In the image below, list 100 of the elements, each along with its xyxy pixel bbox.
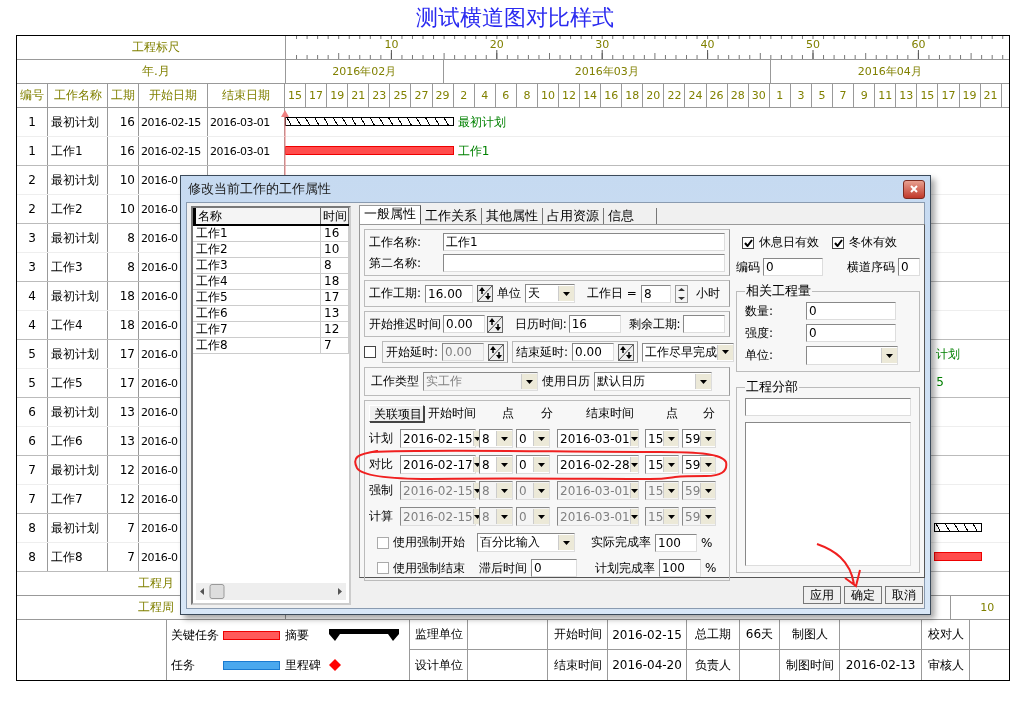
- input-mode-dropdown[interactable]: 百分比输入: [477, 533, 575, 552]
- caret-icon[interactable]: [538, 462, 545, 467]
- minute-dropdown[interactable]: 59: [682, 455, 716, 474]
- caret-icon[interactable]: [700, 379, 707, 384]
- horizontal-scrollbar[interactable]: [196, 583, 346, 600]
- spin-icon[interactable]: [487, 315, 503, 333]
- minute-dropdown[interactable]: 0: [516, 429, 550, 448]
- column-header: 开始日期: [139, 84, 208, 107]
- number-cell: 2: [17, 195, 48, 223]
- list-name-cell[interactable]: 工作4: [193, 274, 321, 289]
- info-label: 审核人: [922, 650, 970, 680]
- caret-icon[interactable]: [630, 462, 638, 467]
- spin-icon[interactable]: [477, 285, 494, 302]
- work-name-field[interactable]: 工作1: [443, 233, 725, 251]
- dialog-button[interactable]: 取消: [885, 586, 923, 604]
- tab[interactable]: 一般属性: [359, 205, 421, 224]
- dialog-button[interactable]: 确定: [844, 586, 882, 604]
- hour-dropdown[interactable]: 15: [645, 455, 679, 474]
- code-field[interactable]: 0: [763, 258, 823, 276]
- checkbox[interactable]: [364, 346, 376, 358]
- name-cell: 最初计划: [48, 340, 108, 368]
- list-name-cell[interactable]: 工作1: [193, 226, 321, 241]
- caret-icon[interactable]: [704, 462, 712, 467]
- checkbox[interactable]: [832, 236, 844, 249]
- name-cell: 工作3: [48, 253, 108, 281]
- end-delay-field[interactable]: 0.00: [572, 343, 615, 361]
- duration-cell: 10: [108, 166, 139, 194]
- list-name-cell[interactable]: 工作2: [193, 242, 321, 257]
- caret-icon[interactable]: [630, 436, 638, 441]
- minute-dropdown[interactable]: 0: [516, 455, 550, 474]
- list-name-cell[interactable]: 工作5: [193, 290, 321, 305]
- caret-icon[interactable]: [501, 462, 508, 467]
- plan-rate-field[interactable]: 100: [659, 559, 701, 577]
- hour-dropdown[interactable]: 8: [479, 429, 513, 448]
- caret-icon[interactable]: [473, 462, 481, 467]
- spinner-icon[interactable]: [674, 284, 688, 303]
- list-name-cell[interactable]: 工作8: [193, 338, 321, 353]
- day-label: 21: [348, 84, 370, 107]
- hour-dropdown[interactable]: 15: [645, 429, 679, 448]
- caret-icon[interactable]: [667, 462, 675, 467]
- checkbox[interactable]: [377, 562, 389, 574]
- second-name-field[interactable]: [443, 254, 725, 272]
- caret-icon[interactable]: [722, 350, 730, 354]
- column-header: 编号: [17, 84, 48, 107]
- list-name-cell[interactable]: 工作6: [193, 306, 321, 321]
- quantity-field[interactable]: 0: [806, 302, 896, 320]
- list-name-cell[interactable]: 工作3: [193, 258, 321, 273]
- linked-project-button[interactable]: 关联项目: [369, 404, 424, 422]
- start-delay-time-field[interactable]: 0.00: [443, 315, 486, 333]
- bar-label: 计划: [936, 346, 961, 363]
- lane-order-field[interactable]: 0: [898, 258, 920, 276]
- info-label: 结束时间: [548, 650, 608, 680]
- spin-icon[interactable]: [488, 343, 505, 361]
- caret-icon[interactable]: [563, 291, 571, 296]
- field-label: 开始延时:: [386, 343, 439, 361]
- caret-icon[interactable]: [473, 436, 481, 441]
- work-list[interactable]: 名称 时间 工作1 16 工作2 10 工作3 8 工作4 18 工作5 17 工作6 13 工作7 12 工作8 7: [191, 206, 351, 605]
- checkbox-label: 使用强制结束: [393, 559, 465, 577]
- date-dropdown[interactable]: 2016-02-15: [400, 429, 476, 448]
- column-header: 点: [500, 404, 515, 422]
- date-dropdown[interactable]: 2016-02-17: [400, 455, 476, 474]
- caret-icon[interactable]: [563, 540, 570, 545]
- dialog-button[interactable]: 应用: [803, 586, 841, 604]
- close-button[interactable]: [903, 179, 925, 199]
- remaining-field[interactable]: [682, 315, 725, 333]
- number-cell: 3: [17, 253, 48, 281]
- unit-dropdown[interactable]: 天: [525, 284, 576, 303]
- ruler-tick-label: 20: [489, 38, 504, 51]
- actual-rate-field[interactable]: 100: [655, 533, 697, 552]
- quantity-field[interactable]: 0: [806, 324, 896, 342]
- spin-icon[interactable]: [618, 343, 635, 361]
- caret-icon[interactable]: [667, 436, 675, 441]
- caret-icon[interactable]: [704, 436, 712, 441]
- checkbox[interactable]: [742, 236, 754, 249]
- day-label: 25: [390, 84, 412, 107]
- calendar-time-field[interactable]: 16: [568, 315, 621, 333]
- field-label: 工作类型: [371, 373, 419, 390]
- workday-field[interactable]: 8: [640, 284, 671, 303]
- calendar-dropdown[interactable]: 默认日历: [594, 372, 712, 391]
- caret-icon[interactable]: [538, 436, 545, 441]
- number-cell: 1: [17, 108, 48, 136]
- close-icon[interactable]: [910, 185, 918, 193]
- duration-field[interactable]: 16.00: [425, 284, 474, 303]
- unit-label: 小时: [695, 285, 720, 302]
- date-dropdown[interactable]: 2016-02-28: [557, 455, 639, 474]
- division-field[interactable]: [745, 398, 911, 416]
- lag-field[interactable]: 0: [531, 559, 577, 577]
- number-cell: 4: [17, 282, 48, 310]
- caret-icon[interactable]: [501, 436, 508, 441]
- caret-icon[interactable]: [886, 353, 893, 358]
- constraint-dropdown[interactable]: 工作尽早完成: [642, 342, 735, 362]
- duration-cell: 13: [108, 398, 139, 426]
- minute-dropdown[interactable]: 59: [682, 429, 716, 448]
- month-cell: 2016年02月: [285, 60, 444, 83]
- checkbox[interactable]: [377, 536, 389, 549]
- list-name-cell[interactable]: 工作7: [193, 322, 321, 337]
- date-dropdown[interactable]: 2016-03-01: [557, 429, 639, 448]
- row-label: 计划: [369, 430, 394, 447]
- bar-label: 最初计划: [457, 114, 506, 131]
- hour-dropdown[interactable]: 8: [479, 455, 513, 474]
